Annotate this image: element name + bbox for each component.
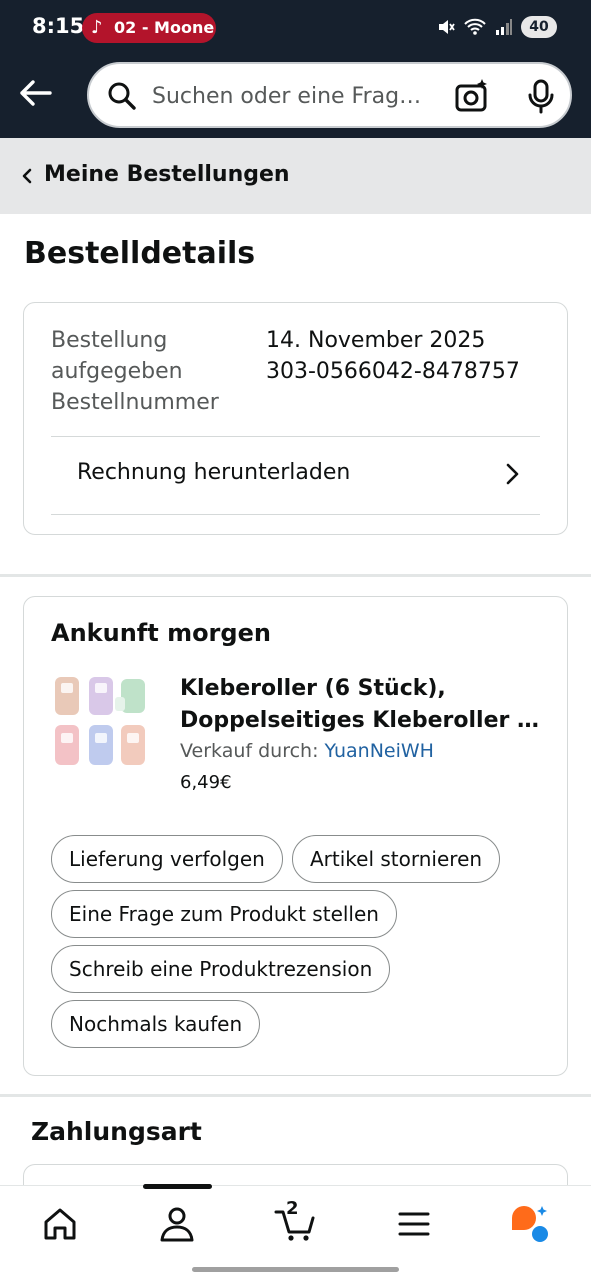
order-summary-card: Bestellung aufgegeben Bestellnummer 14. … [23, 302, 568, 535]
media-title: 02 - Moone [114, 18, 215, 37]
rufus-ai-icon[interactable] [510, 1204, 550, 1244]
order-values: 14. November 2025 303-0566042-8478757 [266, 325, 520, 387]
system-icons: 40 [437, 16, 557, 38]
search-bar[interactable]: Suchen oder eine Frag… [87, 62, 572, 128]
gesture-bar [192, 1267, 399, 1272]
order-number-value: 303-0566042-8478757 [266, 359, 520, 384]
search-icon [108, 82, 136, 110]
active-tab-indicator [143, 1184, 212, 1189]
order-placed-label-cont: aufgegeben [51, 359, 183, 384]
account-icon[interactable] [157, 1204, 197, 1244]
seller-prefix: Verkauf durch: [180, 740, 325, 762]
delivery-heading: Ankunft morgen [51, 619, 271, 647]
download-invoice-link[interactable]: Rechnung herunterladen [77, 460, 350, 485]
ask-question-button[interactable]: Eine Frage zum Produkt stellen [51, 890, 397, 938]
camera-lens-icon[interactable] [454, 78, 490, 114]
microphone-icon[interactable] [523, 78, 559, 114]
wifi-icon [464, 18, 486, 35]
product-image[interactable] [53, 675, 149, 771]
shipment-card: Ankunft morgen Kleberoller (6 Stück), Do… [23, 596, 568, 1076]
buy-again-button[interactable]: Nochmals kaufen [51, 1000, 261, 1048]
order-placed-label: Bestellung [51, 328, 168, 353]
breadcrumb[interactable]: Meine Bestellungen [0, 138, 591, 214]
seller-link[interactable]: YuanNeiWH [325, 740, 434, 762]
order-labels: Bestellung aufgegeben Bestellnummer [51, 325, 219, 418]
mute-icon [439, 20, 455, 34]
chevron-right-icon[interactable] [502, 461, 522, 487]
payment-heading: Zahlungsart [31, 1117, 202, 1146]
divider [51, 436, 540, 437]
menu-icon[interactable] [394, 1204, 434, 1244]
battery-indicator: 40 [521, 16, 557, 38]
status-bar: 8:15 ♪ 02 - Moone 40 [0, 0, 591, 56]
back-arrow-icon[interactable] [16, 74, 54, 112]
cart-button[interactable]: 2 [274, 1198, 318, 1244]
status-time: 8:15 [32, 14, 85, 38]
home-icon[interactable] [40, 1204, 80, 1244]
section-separator [0, 574, 591, 577]
product-price: 6,49€ [180, 772, 232, 793]
app-header: 8:15 ♪ 02 - Moone 40 Suchen oder eine Fr… [0, 0, 591, 138]
cancel-item-button[interactable]: Artikel stornieren [292, 835, 501, 883]
order-placed-value: 14. November 2025 [266, 328, 486, 353]
breadcrumb-label: Meine Bestellungen [44, 162, 290, 187]
media-playing-pill[interactable]: ♪ 02 - Moone [82, 13, 216, 43]
page-title: Bestelldetails [24, 236, 256, 271]
search-input[interactable]: Suchen oder eine Frag… [152, 84, 421, 109]
signal-icon [496, 19, 512, 35]
order-number-label: Bestellnummer [51, 390, 219, 415]
section-separator [0, 1094, 591, 1097]
divider [51, 514, 540, 515]
track-package-button[interactable]: Lieferung verfolgen [51, 835, 283, 883]
product-title-link[interactable]: Kleberoller (6 Stück), Doppelseitiges Kl… [180, 673, 548, 737]
cart-count-badge: 2 [286, 1198, 299, 1219]
bottom-nav: 2 [0, 1184, 591, 1280]
write-review-button[interactable]: Schreib eine Produktrezension [51, 945, 391, 993]
chevron-left-icon [22, 168, 32, 184]
product-title-line: Doppelseitiges Kleberoller Tr… [180, 708, 548, 733]
seller-info: Verkauf durch: YuanNeiWH [180, 740, 434, 762]
product-title-line: Kleberoller (6 Stück), [180, 676, 446, 701]
music-note-icon: ♪ [91, 17, 103, 38]
